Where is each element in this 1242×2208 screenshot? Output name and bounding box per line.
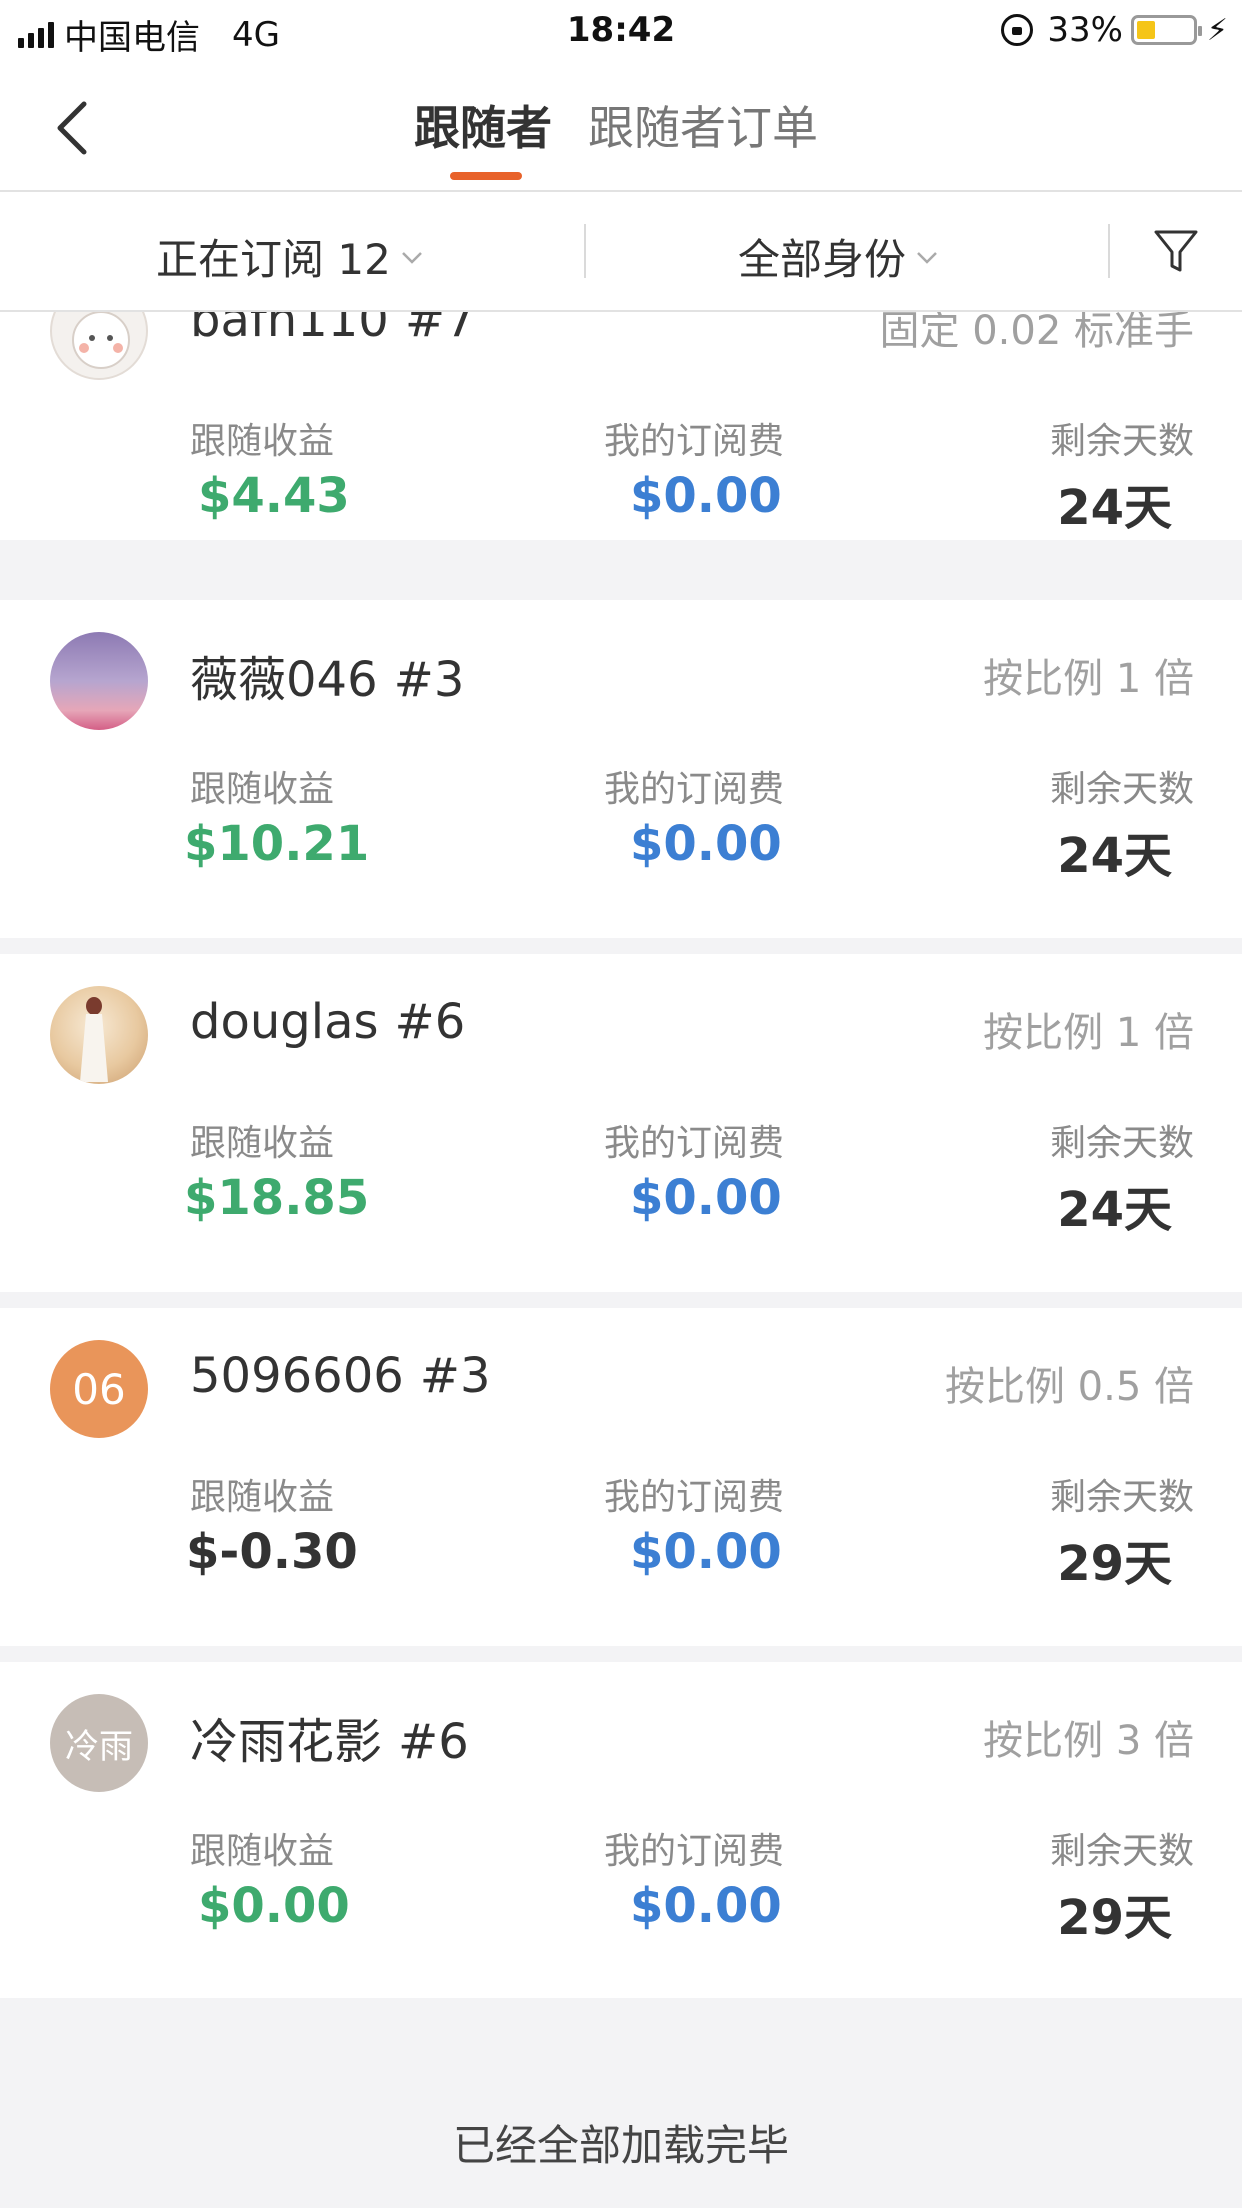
follower-rank: #6 — [398, 1714, 469, 1770]
role-filter-label: 全部身份 — [738, 235, 907, 284]
avatar: 06 — [50, 1340, 148, 1438]
tab-follower-orders[interactable]: 跟随者订单 — [588, 92, 818, 158]
copy-mode: 固定 0.02 标准手 — [879, 312, 1195, 354]
profit-value: $-0.30 — [186, 1524, 358, 1580]
follower-rank: #6 — [394, 994, 466, 1050]
avatar: 冷雨 — [50, 1694, 148, 1792]
fee-label: 我的订阅费 — [604, 421, 785, 462]
follower-rank: #7 — [404, 312, 476, 348]
battery-icon — [1130, 15, 1202, 45]
tab-followers[interactable]: 跟随者 — [414, 92, 552, 158]
follower-name-row: douglas #6 — [190, 994, 465, 1050]
days-label: 剩余天数 — [1049, 1477, 1194, 1518]
load-complete-message: 已经全部加载完毕 — [452, 2121, 789, 2170]
days-value: 24天 — [1057, 1182, 1172, 1238]
follower-list: bafn110 #7 固定 0.02 标准手 跟随收益 我的订阅费 剩余天数 $4… — [0, 312, 1242, 1998]
filter-divider — [584, 224, 586, 278]
avatar — [50, 312, 148, 380]
days-label: 剩余天数 — [1049, 769, 1194, 810]
days-label: 剩余天数 — [1049, 1123, 1194, 1164]
filter-funnel-icon[interactable] — [1152, 226, 1200, 276]
follower-name: bafn110 — [190, 312, 389, 348]
battery-percent: 33% — [1047, 10, 1123, 50]
profit-label: 跟随收益 — [190, 1123, 335, 1164]
filter-bar: 正在订阅 12 全部身份 — [0, 192, 1242, 312]
fee-value: $0.00 — [630, 1170, 782, 1226]
avatar — [50, 986, 148, 1084]
follower-name-row: bafn110 #7 — [190, 312, 476, 348]
follower-name-row: 5096606 #3 — [190, 1348, 491, 1404]
copy-mode: 按比例 1 倍 — [983, 1010, 1194, 1056]
person-photo-icon — [80, 997, 108, 1082]
filter-divider — [1108, 224, 1110, 278]
cartoon-cat-avatar-icon — [72, 312, 130, 369]
follower-name: douglas — [190, 994, 379, 1050]
fee-label: 我的订阅费 — [604, 769, 785, 810]
profit-label: 跟随收益 — [190, 1831, 335, 1872]
rotation-lock-icon — [1001, 14, 1034, 46]
follower-rank: #3 — [393, 652, 465, 708]
subscription-filter-dropdown[interactable]: 正在订阅 12 — [156, 226, 423, 287]
fee-value: $0.00 — [630, 1524, 782, 1580]
fee-value: $0.00 — [630, 1878, 782, 1934]
follower-card[interactable]: 薇薇046 #3 按比例 1 倍 跟随收益 我的订阅费 剩余天数 $10.21 $… — [0, 600, 1242, 938]
copy-mode: 按比例 3 倍 — [983, 1718, 1194, 1764]
fee-label: 我的订阅费 — [604, 1831, 785, 1872]
profit-value: $10.21 — [184, 816, 370, 872]
follower-name: 薇薇046 — [190, 652, 378, 708]
days-label: 剩余天数 — [1049, 421, 1194, 462]
days-value: 29天 — [1057, 1536, 1172, 1592]
follower-name-row: 冷雨花影 #6 — [190, 1702, 469, 1772]
copy-mode: 按比例 1 倍 — [983, 656, 1194, 702]
back-icon[interactable] — [50, 98, 100, 158]
follower-card[interactable]: 冷雨 冷雨花影 #6 按比例 3 倍 跟随收益 我的订阅费 剩余天数 $0.00 … — [0, 1662, 1242, 1998]
fee-value: $0.00 — [630, 468, 782, 524]
fee-label: 我的订阅费 — [604, 1477, 785, 1518]
status-right: 33% ⚡ — [1001, 10, 1228, 50]
days-label: 剩余天数 — [1049, 1831, 1194, 1872]
follower-card[interactable]: bafn110 #7 固定 0.02 标准手 跟随收益 我的订阅费 剩余天数 $4… — [0, 312, 1242, 540]
follower-name: 冷雨花影 — [190, 1714, 383, 1770]
profit-value: $0.00 — [198, 1878, 350, 1934]
nav-header: 跟随者 跟随者订单 — [0, 62, 1242, 192]
profit-value: $4.43 — [198, 468, 350, 524]
chevron-down-icon — [401, 251, 422, 264]
copy-mode: 按比例 0.5 倍 — [944, 1364, 1194, 1410]
days-value: 24天 — [1057, 480, 1172, 536]
follower-name-row: 薇薇046 #3 — [190, 640, 464, 710]
follower-card[interactable]: 06 5096606 #3 按比例 0.5 倍 跟随收益 我的订阅费 剩余天数 $… — [0, 1308, 1242, 1646]
status-bar: 中国电信 4G 18:42 33% ⚡ — [0, 0, 1242, 62]
profit-label: 跟随收益 — [190, 769, 335, 810]
days-value: 24天 — [1057, 828, 1172, 884]
role-filter-dropdown[interactable]: 全部身份 — [738, 226, 938, 287]
profit-label: 跟随收益 — [190, 1477, 335, 1518]
days-value: 29天 — [1057, 1890, 1172, 1946]
fee-label: 我的订阅费 — [604, 1123, 785, 1164]
chevron-down-icon — [917, 251, 937, 264]
follower-card[interactable]: douglas #6 按比例 1 倍 跟随收益 我的订阅费 剩余天数 $18.85… — [0, 954, 1242, 1292]
follower-name: 5096606 — [190, 1348, 404, 1404]
profit-label: 跟随收益 — [190, 421, 335, 462]
follower-rank: #3 — [419, 1348, 491, 1404]
active-tab-indicator — [450, 172, 522, 180]
subscription-filter-label: 正在订阅 12 — [156, 235, 391, 284]
fee-value: $0.00 — [630, 816, 782, 872]
charging-icon: ⚡ — [1206, 12, 1228, 48]
profit-value: $18.85 — [184, 1170, 370, 1226]
avatar — [50, 632, 148, 730]
